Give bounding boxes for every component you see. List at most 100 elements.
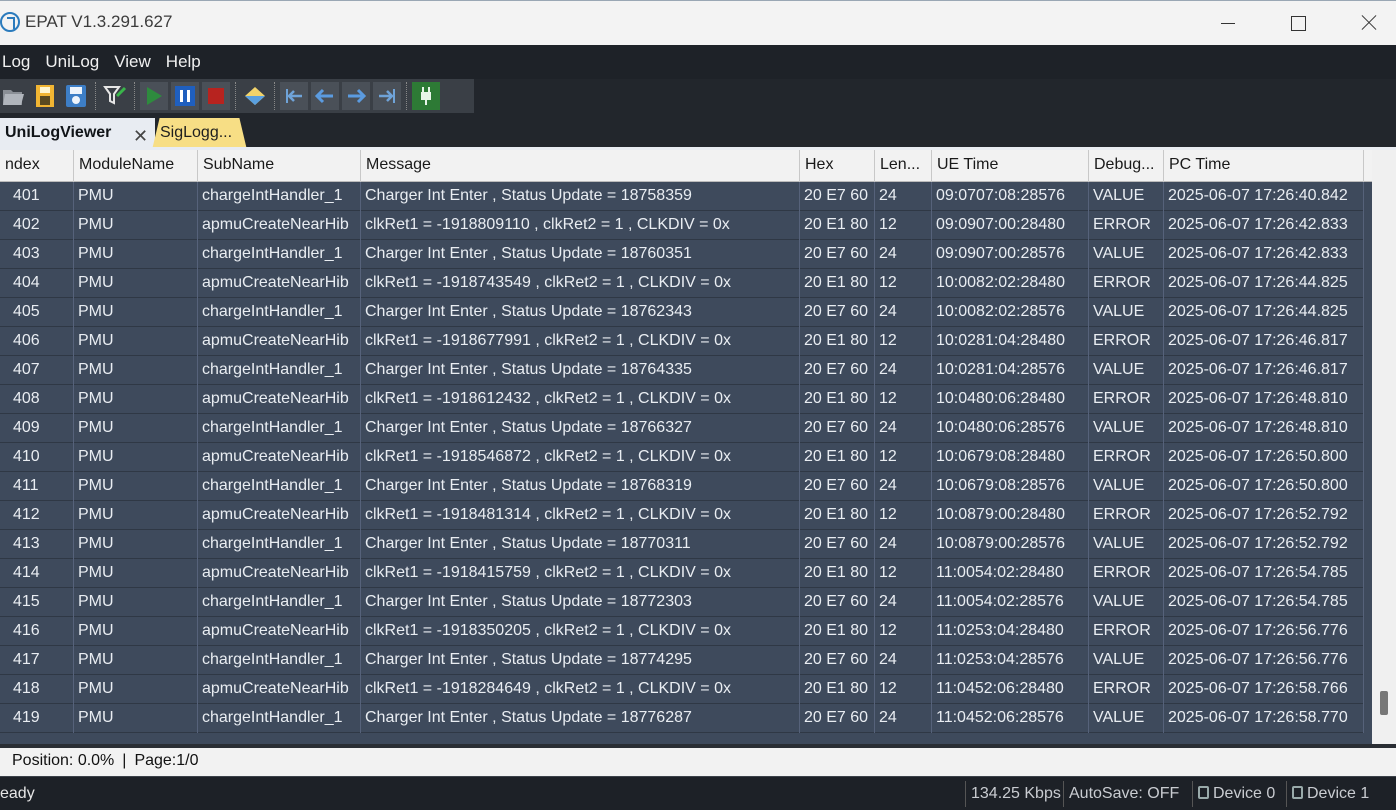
first-page-button[interactable]	[280, 82, 308, 110]
table-row[interactable]: 408 PMU apmuCreateNearHib clkRet1 = -191861…	[0, 385, 1364, 414]
save-file-icon	[36, 85, 54, 107]
table-row[interactable]: 415 PMU chargeIntHandler_1 Charger Int Ente…	[0, 588, 1364, 617]
cell-index: 402	[0, 211, 74, 240]
column-header-length[interactable]: Len...	[875, 150, 932, 182]
cell-subname: apmuCreateNearHib	[198, 501, 361, 530]
cell-hex: 20 E7 60	[800, 240, 875, 269]
cell-pc-time: 2025-06-07 17:26:48.810	[1164, 385, 1364, 414]
cell-index: 413	[0, 530, 74, 559]
close-button[interactable]	[1332, 1, 1396, 45]
table-row[interactable]: 418 PMU apmuCreateNearHib clkRet1 = -191828…	[0, 675, 1364, 704]
column-header-message[interactable]: Message	[361, 150, 800, 182]
table-row[interactable]: 409 PMU chargeIntHandler_1 Charger Int Ente…	[0, 414, 1364, 443]
last-page-button[interactable]	[373, 82, 401, 110]
cell-length: 24	[875, 240, 932, 269]
stop-button[interactable]	[202, 82, 230, 110]
status-autosave[interactable]: AutoSave: OFF	[1063, 781, 1190, 807]
tab-unilogviewer[interactable]: UniLogViewer ✕	[0, 118, 155, 150]
column-header-module[interactable]: ModuleName	[74, 150, 198, 182]
cell-module: PMU	[74, 588, 198, 617]
cell-debug: VALUE	[1089, 356, 1164, 385]
menu-unilog[interactable]: UniLog	[45, 52, 99, 72]
save-button[interactable]	[62, 82, 90, 110]
table-row[interactable]: 416 PMU apmuCreateNearHib clkRet1 = -191835…	[0, 617, 1364, 646]
table-row[interactable]: 405 PMU chargeIntHandler_1 Charger Int Ente…	[0, 298, 1364, 327]
toolbar-background	[474, 79, 1396, 113]
table-row[interactable]: 411 PMU chargeIntHandler_1 Charger Int Ente…	[0, 472, 1364, 501]
table-row[interactable]: 414 PMU apmuCreateNearHib clkRet1 = -191841…	[0, 559, 1364, 588]
cell-module: PMU	[74, 704, 198, 733]
cell-hex: 20 E7 60	[800, 530, 875, 559]
next-page-button[interactable]	[342, 82, 370, 110]
clear-button[interactable]	[241, 82, 269, 110]
minimize-button[interactable]	[1196, 1, 1266, 45]
device-icon	[1292, 786, 1303, 799]
column-header-pc-time[interactable]: PC Time	[1164, 150, 1364, 182]
cell-subname: apmuCreateNearHib	[198, 269, 361, 298]
table-row[interactable]: 407 PMU chargeIntHandler_1 Charger Int Ente…	[0, 356, 1364, 385]
cell-pc-time: 2025-06-07 17:26:44.825	[1164, 269, 1364, 298]
pause-button[interactable]	[171, 82, 199, 110]
app-logo-icon	[0, 12, 20, 32]
cell-hex: 20 E1 80	[800, 269, 875, 298]
scrollbar-thumb[interactable]	[1380, 691, 1388, 715]
column-header-debug[interactable]: Debug...	[1089, 150, 1164, 182]
cell-ue-time: 11:0452:06:28480	[932, 675, 1089, 704]
prev-page-button[interactable]	[311, 82, 339, 110]
table-row[interactable]: 406 PMU apmuCreateNearHib clkRet1 = -191867…	[0, 327, 1364, 356]
table-row[interactable]: 403 PMU chargeIntHandler_1 Charger Int Ente…	[0, 240, 1364, 269]
cell-subname: chargeIntHandler_1	[198, 414, 361, 443]
filter-button[interactable]	[101, 82, 129, 110]
table-row[interactable]: 410 PMU apmuCreateNearHib clkRet1 = -191854…	[0, 443, 1364, 472]
open-button[interactable]	[0, 82, 28, 110]
column-header-hex[interactable]: Hex	[800, 150, 875, 182]
cell-ue-time: 09:0907:00:28480	[932, 211, 1089, 240]
vertical-scrollbar[interactable]	[1372, 150, 1396, 744]
cell-module: PMU	[74, 182, 198, 211]
status-device-1[interactable]: Device 1	[1286, 781, 1396, 807]
cell-length: 12	[875, 327, 932, 356]
table-row[interactable]: 412 PMU apmuCreateNearHib clkRet1 = -191848…	[0, 501, 1364, 530]
menu-view[interactable]: View	[114, 52, 151, 72]
connect-button[interactable]	[412, 82, 440, 110]
table-row[interactable]: 413 PMU chargeIntHandler_1 Charger Int Ente…	[0, 530, 1364, 559]
cell-message: Charger Int Enter , Status Update = 1877…	[361, 646, 800, 675]
column-header-index[interactable]: ndex	[0, 150, 74, 182]
maximize-button[interactable]	[1262, 1, 1332, 45]
cell-module: PMU	[74, 675, 198, 704]
cell-index: 414	[0, 559, 74, 588]
cell-index: 415	[0, 588, 74, 617]
cell-subname: apmuCreateNearHib	[198, 443, 361, 472]
cell-ue-time: 10:0281:04:28480	[932, 327, 1089, 356]
menu-help[interactable]: Help	[166, 52, 201, 72]
status-device-0[interactable]: Device 0	[1192, 781, 1284, 807]
cell-debug: VALUE	[1089, 704, 1164, 733]
play-button[interactable]	[140, 82, 168, 110]
table-row[interactable]: 402 PMU apmuCreateNearHib clkRet1 = -191880…	[0, 211, 1364, 240]
menu-log[interactable]: Log	[2, 52, 30, 72]
cell-index: 401	[0, 182, 74, 211]
cell-module: PMU	[74, 240, 198, 269]
tab-siglogger[interactable]: SigLogg...	[152, 118, 247, 150]
table-row[interactable]: 419 PMU chargeIntHandler_1 Charger Int Ente…	[0, 704, 1364, 733]
cell-pc-time: 2025-06-07 17:26:54.785	[1164, 559, 1364, 588]
cell-length: 24	[875, 646, 932, 675]
column-header-ue-time[interactable]: UE Time	[932, 150, 1089, 182]
save-log-button[interactable]	[31, 82, 59, 110]
cell-pc-time: 2025-06-07 17:26:42.833	[1164, 211, 1364, 240]
cell-hex: 20 E7 60	[800, 646, 875, 675]
cell-subname: chargeIntHandler_1	[198, 298, 361, 327]
filter-icon	[103, 86, 127, 105]
table-row[interactable]: 417 PMU chargeIntHandler_1 Charger Int Ente…	[0, 646, 1364, 675]
cell-subname: chargeIntHandler_1	[198, 530, 361, 559]
cell-module: PMU	[74, 617, 198, 646]
cell-debug: VALUE	[1089, 530, 1164, 559]
table-row[interactable]: 401 PMU chargeIntHandler_1 Charger Int Ente…	[0, 182, 1364, 211]
status-throughput: 134.25 Kbps	[965, 781, 1063, 807]
next-icon	[348, 88, 367, 104]
tab-close-icon[interactable]: ✕	[133, 126, 148, 147]
status-ready: eady	[0, 785, 35, 802]
column-header-subname[interactable]: SubName	[198, 150, 361, 182]
table-row[interactable]: 404 PMU apmuCreateNearHib clkRet1 = -191874…	[0, 269, 1364, 298]
cell-message: Charger Int Enter , Status Update = 1877…	[361, 530, 800, 559]
